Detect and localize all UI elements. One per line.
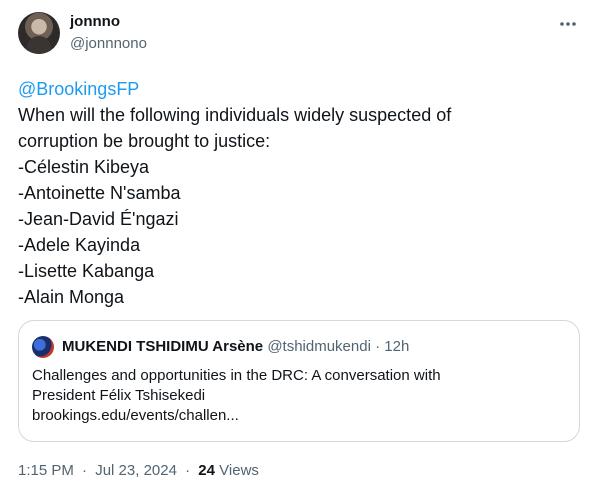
tweet-line: -Alain Monga bbox=[18, 287, 125, 307]
footer-separator: · bbox=[82, 462, 88, 479]
tweet-line: -Antoinette N'samba bbox=[18, 183, 181, 203]
tweet-text: @BrookingsFP When will the following ind… bbox=[18, 76, 578, 310]
quoted-separator: · bbox=[375, 338, 381, 355]
footer-separator: · bbox=[185, 462, 191, 479]
ellipsis-horizontal-icon bbox=[560, 22, 576, 26]
quoted-tweet-text: Challenges and opportunities in the DRC:… bbox=[32, 366, 562, 426]
tweet-date[interactable]: Jul 23, 2024 bbox=[95, 462, 177, 479]
views-count: 24 bbox=[198, 462, 215, 479]
tweet-line: -Adele Kayinda bbox=[18, 235, 141, 255]
author-display-name[interactable]: jonnno bbox=[70, 13, 120, 30]
mention-link[interactable]: @BrookingsFP bbox=[18, 76, 578, 102]
tweet-card: jonnno @jonnnono @BrookingsFP When will … bbox=[0, 0, 598, 496]
quoted-author-avatar bbox=[32, 336, 54, 358]
more-options-button[interactable] bbox=[554, 12, 582, 36]
tweet-line: -Célestin Kibeya bbox=[18, 157, 150, 177]
quoted-text-line: President Félix Tshisekedi bbox=[32, 387, 206, 404]
views-label: Views bbox=[219, 462, 259, 479]
tweet-line: When will the following individuals wide… bbox=[18, 105, 452, 125]
tweet-time[interactable]: 1:15 PM bbox=[18, 462, 74, 479]
tweet-line: corruption be brought to justice: bbox=[18, 131, 271, 151]
quoted-author-name: MUKENDI TSHIDIMU Arsène bbox=[62, 338, 264, 355]
tweet-line: -Lisette Kabanga bbox=[18, 261, 155, 281]
quoted-time-ago: 12h bbox=[384, 338, 410, 355]
author-handle[interactable]: @jonnnono bbox=[70, 35, 147, 52]
quoted-author-handle: @tshidmukendi bbox=[267, 338, 371, 355]
author-avatar[interactable] bbox=[18, 12, 60, 54]
tweet-line: -Jean-David É'ngazi bbox=[18, 209, 179, 229]
quoted-link: brookings.edu/events/challen... bbox=[32, 407, 239, 424]
quoted-tweet-header: MUKENDI TSHIDIMU Arsène @tshidmukendi · … bbox=[62, 338, 409, 355]
quoted-tweet-card[interactable]: MUKENDI TSHIDIMU Arsène @tshidmukendi · … bbox=[18, 320, 580, 442]
tweet-footer: 1:15 PM · Jul 23, 2024 · 24 Views bbox=[18, 462, 259, 479]
quoted-text-line: Challenges and opportunities in the DRC:… bbox=[32, 367, 441, 384]
